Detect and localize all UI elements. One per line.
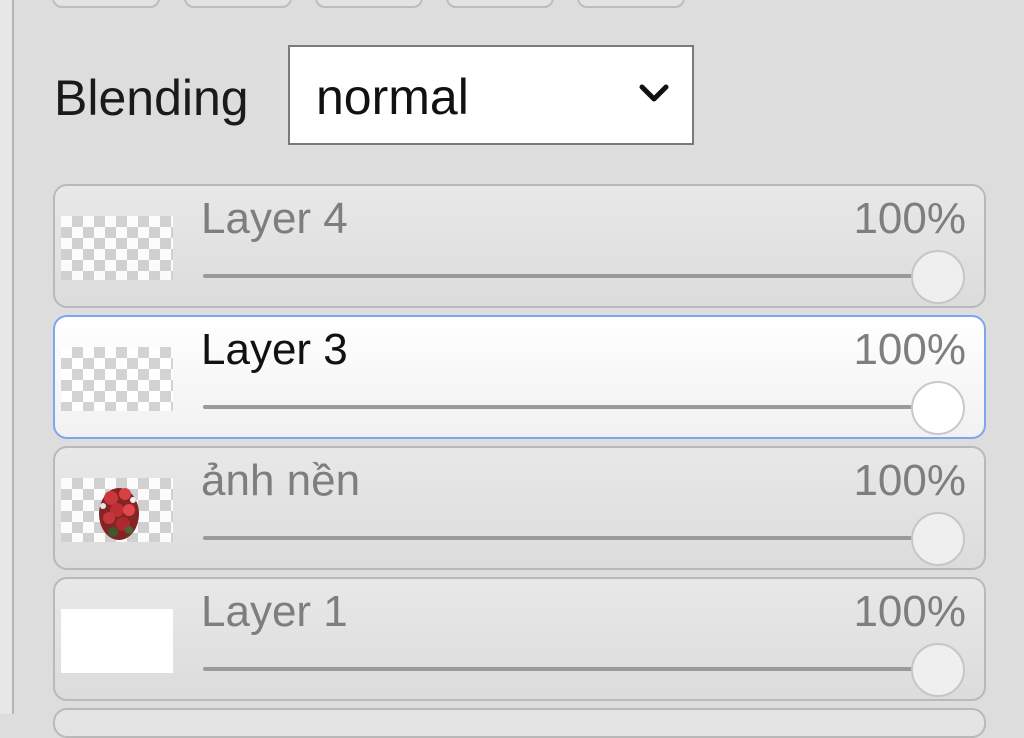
layer-opacity-value: 100% [853,194,966,243]
layer-thumbnail [61,347,173,411]
layer-opacity-value: 100% [853,456,966,505]
opacity-slider-handle[interactable] [911,250,965,304]
opacity-slider-track[interactable] [203,536,938,540]
opacity-slider-handle[interactable] [911,512,965,566]
toolbar-button-2[interactable] [184,0,292,8]
layer-item[interactable]: Layer 4 100% [53,184,986,308]
panel-left-border [0,0,14,714]
opacity-slider-handle[interactable] [911,643,965,697]
layer-thumbnail [61,609,173,673]
blending-select[interactable]: normal [288,45,694,145]
layer-opacity-value: 100% [853,325,966,374]
layer-name: Layer 3 [201,325,348,374]
chevron-down-icon [639,84,669,102]
layer-thumbnail [61,216,173,280]
layer-item[interactable]: Layer 1 100% [53,577,986,701]
layer-thumbnail [61,478,173,542]
flower-image-icon [99,488,139,540]
toolbar-button-1[interactable] [52,0,160,8]
opacity-slider-track[interactable] [203,667,938,671]
opacity-slider-track[interactable] [203,274,938,278]
layer-name: Layer 1 [201,587,348,636]
toolbar-button-4[interactable] [446,0,554,8]
layer-item-selected[interactable]: Layer 3 100% [53,315,986,439]
layer-name: Layer 4 [201,194,348,243]
blending-selected-value: normal [316,69,469,125]
layer-name: ảnh nền [201,456,361,505]
layer-item[interactable]: ảnh nền 100% [53,446,986,570]
blending-label: Blending [54,70,249,126]
toolbar-button-3[interactable] [315,0,423,8]
layer-opacity-value: 100% [853,587,966,636]
opacity-slider-handle[interactable] [911,381,965,435]
toolbar-button-5[interactable] [577,0,685,8]
layer-item-partial[interactable] [53,708,986,738]
opacity-slider-track[interactable] [203,405,938,409]
